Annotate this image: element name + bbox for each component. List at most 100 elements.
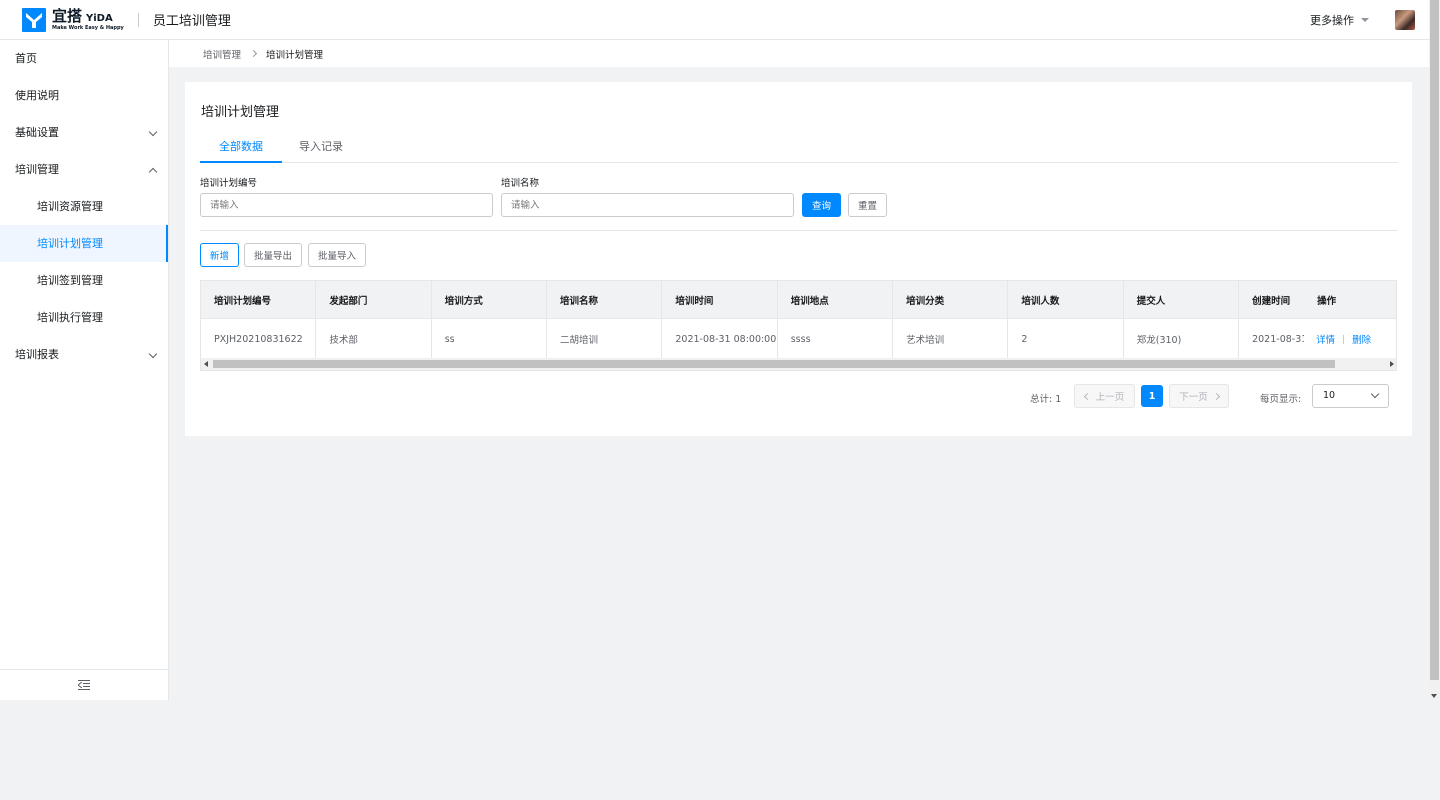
page-scrollbar[interactable] (1429, 0, 1440, 700)
column-header: 培训分类 (893, 281, 1009, 318)
page-size-label: 每页显示: (1260, 394, 1302, 405)
main-card: 培训计划管理 全部数据 导入记录 培训计划编号 培训名称 查询 重置 新增 批量… (185, 82, 1412, 436)
chevron-left-icon (1083, 392, 1091, 400)
query-button[interactable]: 查询 (802, 193, 841, 217)
breadcrumb: 培训管理 培训计划管理 (169, 40, 1429, 67)
created-time-cell: 2021-08-31 1 (1252, 333, 1305, 345)
column-header: 培训人数 (1008, 281, 1124, 318)
more-ops-menu[interactable]: 更多操作 (1310, 12, 1369, 28)
yida-logo-icon (22, 7, 46, 32)
section-divider (200, 230, 1398, 231)
sidebar-item-checkin-mgmt[interactable]: 培训签到管理 (0, 262, 168, 299)
delete-link[interactable]: 删除 (1352, 332, 1371, 346)
table-horizontal-scrollbar[interactable] (201, 358, 1396, 370)
more-ops-label: 更多操作 (1310, 14, 1354, 27)
sidebar-collapse-button[interactable] (0, 669, 168, 700)
sidebar-item-label: 培训签到管理 (37, 274, 103, 287)
sidebar-item-reports[interactable]: 培训报表 (0, 336, 168, 373)
tab-all-data[interactable]: 全部数据 (200, 132, 282, 163)
column-header: 发起部门 (316, 281, 432, 318)
sidebar-item-label: 培训执行管理 (37, 311, 103, 324)
sidebar-item-training-mgmt[interactable]: 培训管理 (0, 151, 168, 188)
prev-page-label: 上一页 (1095, 392, 1125, 403)
table-row[interactable]: PXJH20210831622 技术部 ss 二胡培训 2021-08-31 0… (201, 318, 1396, 359)
logo-slogan: Make Work Easy & Happy (52, 24, 124, 31)
column-header-created: 创建时间 (1252, 295, 1291, 307)
add-button[interactable]: 新增 (200, 243, 239, 267)
detail-link[interactable]: 详情 (1316, 332, 1335, 346)
sidebar-item-label: 培训管理 (15, 163, 59, 176)
sidebar-item-guide[interactable]: 使用说明 (0, 77, 168, 114)
table-cell: 郑龙(310) (1124, 319, 1240, 359)
column-header: 培训方式 (432, 281, 548, 318)
sidebar-item-label: 培训资源管理 (37, 200, 103, 213)
chevron-down-icon (1370, 389, 1380, 399)
batch-import-button[interactable]: 批量导入 (308, 243, 366, 267)
scroll-right-arrow-icon[interactable] (1390, 361, 1394, 367)
sidebar-item-home[interactable]: 首页 (0, 40, 168, 77)
table-cell: 二胡培训 (547, 319, 663, 359)
batch-export-button[interactable]: 批量导出 (244, 243, 302, 267)
column-header: 培训时间 (662, 281, 778, 318)
table-cell: PXJH20210831622 (201, 319, 317, 359)
table-cell: 艺术培训 (893, 319, 1009, 359)
sidebar-item-label: 培训报表 (15, 348, 59, 361)
column-header: 提交人 (1124, 281, 1240, 318)
page-title: 培训计划管理 (201, 105, 280, 120)
data-table: 培训计划编号 发起部门 培训方式 培训名称 培训时间 培训地点 培训分类 培训人… (200, 280, 1397, 371)
sidebar-item-plan-mgmt[interactable]: 培训计划管理 (0, 225, 168, 262)
breadcrumb-parent[interactable]: 培训管理 (203, 47, 241, 61)
header-divider (137, 12, 139, 27)
logo-text: 宜搭 YiDA Make Work Easy & Happy (52, 6, 124, 31)
table-cell: 2021-08-31 1 详情 删除 (1239, 319, 1396, 359)
pagination-total: 总计: 1 (1030, 394, 1062, 405)
page-size-value: 10 (1323, 390, 1336, 401)
next-page-button[interactable]: 下一页 (1169, 384, 1229, 408)
tab-import-records[interactable]: 导入记录 (280, 132, 362, 163)
chevron-down-icon (148, 127, 158, 137)
plan-no-input[interactable] (200, 193, 493, 217)
sidebar-item-label: 基础设置 (15, 126, 59, 139)
table-header: 培训计划编号 发起部门 培训方式 培训名称 培训时间 培训地点 培训分类 培训人… (201, 281, 1396, 318)
chevron-up-icon (148, 167, 158, 177)
avatar[interactable] (1395, 10, 1415, 30)
table-scrollbar-thumb[interactable] (213, 360, 1335, 368)
app-name: 员工培训管理 (152, 14, 231, 29)
name-label: 培训名称 (501, 178, 540, 189)
column-header-ops: 操作 (1317, 295, 1337, 307)
yida-logo[interactable]: 宜搭 YiDA Make Work Easy & Happy (22, 6, 124, 32)
chevron-right-icon (1212, 392, 1220, 400)
sidebar-item-execution-mgmt[interactable]: 培训执行管理 (0, 299, 168, 336)
chevron-down-icon (148, 349, 158, 359)
reset-button[interactable]: 重置 (848, 193, 887, 217)
collapse-menu-icon (78, 680, 90, 690)
tab-bar: 全部数据 导入记录 (200, 132, 1398, 163)
page-size-select[interactable]: 10 (1312, 384, 1389, 408)
logo-cn: 宜搭 (52, 6, 83, 25)
name-input[interactable] (501, 193, 794, 217)
ops-divider (1343, 334, 1345, 344)
caret-down-icon (1361, 18, 1369, 22)
sidebar-item-basic-settings[interactable]: 基础设置 (0, 114, 168, 151)
table-cell: ss (432, 319, 548, 359)
sidebar-item-label: 使用说明 (15, 89, 59, 102)
column-header: 培训名称 (547, 281, 663, 318)
scroll-left-arrow-icon[interactable] (204, 361, 208, 367)
table-cell: 2021-08-31 08:00:00 (662, 319, 778, 359)
scroll-down-arrow-icon[interactable] (1431, 694, 1437, 698)
sidebar: 首页 使用说明 基础设置 培训管理 培训资源管理 培训计划管理 培训签到管理 培… (0, 40, 169, 700)
page-number-current[interactable]: 1 (1141, 385, 1163, 407)
page-scrollbar-thumb[interactable] (1430, 0, 1439, 680)
breadcrumb-current: 培训计划管理 (266, 49, 324, 61)
next-page-label: 下一页 (1179, 392, 1208, 403)
column-header: 创建时间 操作 (1239, 281, 1396, 318)
table-cell: 技术部 (316, 319, 432, 359)
sidebar-item-resource-mgmt[interactable]: 培训资源管理 (0, 188, 168, 225)
plan-no-label: 培训计划编号 (200, 178, 258, 189)
chevron-right-icon (249, 49, 258, 58)
app-root: 宜搭 YiDA Make Work Easy & Happy 员工培训管理 更多操… (0, 0, 1440, 700)
sidebar-item-label: 培训计划管理 (37, 237, 103, 250)
logo-en: YiDA (86, 12, 113, 24)
table-cell: ssss (778, 319, 894, 359)
prev-page-button[interactable]: 上一页 (1074, 384, 1135, 408)
